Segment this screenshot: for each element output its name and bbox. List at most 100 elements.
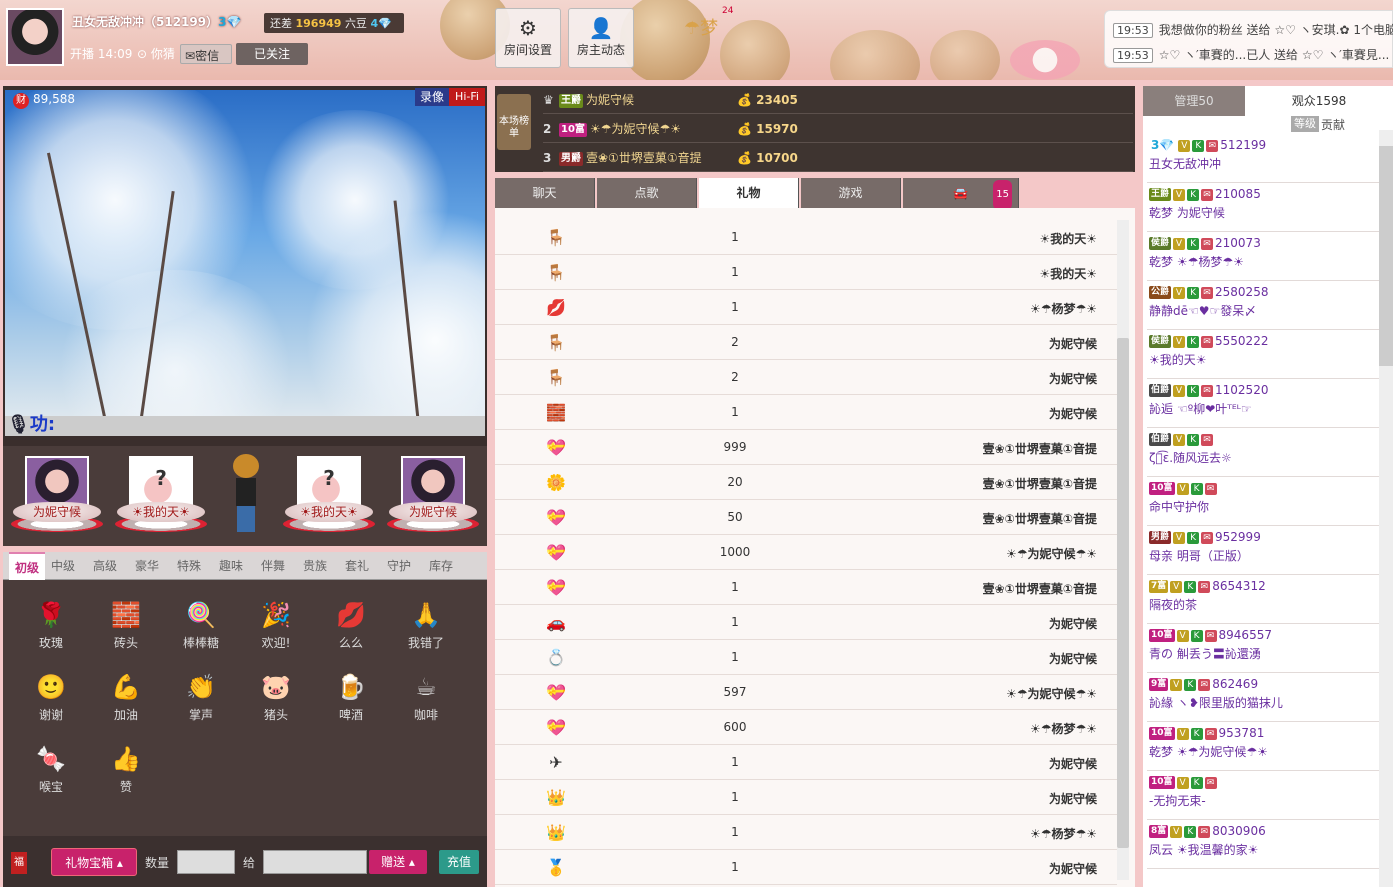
- gift-item[interactable]: 🎉 欢迎!: [248, 600, 304, 651]
- gift-log-sender[interactable]: ☀☂为妮守候☂☀: [1006, 685, 1097, 702]
- audience-row[interactable]: 伯爵 V K ✉ 1102520 訫逅 ☜º柳❤叶ᵀᴱᴸ☞: [1147, 379, 1379, 428]
- gift-tab[interactable]: 守护: [387, 552, 411, 580]
- gift-log-sender[interactable]: 为妮守候: [1049, 755, 1097, 772]
- gift-log-sender[interactable]: 为妮守候: [1049, 335, 1097, 352]
- audience-row[interactable]: 10富 V K ✉ 953781 乾梦 ☀☂为妮守候☂☀: [1147, 722, 1379, 771]
- gift-log-sender[interactable]: ☀☂杨梦☂☀: [1030, 300, 1097, 317]
- ranking-row[interactable]: ♛ 王爵 为妮守候 💰 23405: [543, 86, 1133, 114]
- audience-scroll-thumb[interactable]: [1379, 146, 1393, 366]
- host-name[interactable]: 丑女无敌冲冲（512199）3💎: [72, 13, 241, 30]
- tab-cars[interactable]: 🚘 15: [903, 178, 1019, 210]
- gift-tab[interactable]: 高级: [93, 552, 117, 580]
- sort-by-level[interactable]: 等级: [1291, 116, 1319, 132]
- follow-button[interactable]: 已关注: [236, 43, 308, 65]
- audience-row[interactable]: 侯爵 V K ✉ 210073 乾梦 ☀☂杨梦☂☀: [1147, 232, 1379, 281]
- gift-log-sender[interactable]: 为妮守候: [1049, 370, 1097, 387]
- guest-seat[interactable]: 为妮守候: [387, 456, 479, 538]
- bear-decoration: [930, 30, 1000, 80]
- host-feed-button[interactable]: 👤 房主动态: [568, 8, 634, 68]
- guest-seat[interactable]: ? ☀我的天☀: [283, 456, 375, 538]
- gift-item[interactable]: 🧱 砖头: [98, 600, 154, 651]
- tab-gifts[interactable]: 礼物: [699, 178, 799, 208]
- red-envelope-icon[interactable]: 福: [11, 852, 27, 874]
- guest-seat[interactable]: 为妮守候: [11, 456, 103, 538]
- guest-seat[interactable]: ? ☀我的天☀: [115, 456, 207, 538]
- gift-log-row: 💝 999 壹❀①丗堺壹菓①音提: [495, 430, 1117, 465]
- recipient-input[interactable]: [263, 850, 367, 874]
- gift-log-sender[interactable]: ☀我的天☀: [1039, 230, 1097, 247]
- host-avatar[interactable]: [6, 8, 64, 66]
- audience-row[interactable]: 王爵 V K ✉ 210085 乾梦 为妮守候: [1147, 183, 1379, 232]
- gift-tab[interactable]: 特殊: [177, 552, 201, 580]
- tab-song[interactable]: 点歌: [597, 178, 697, 208]
- gift-log-sender[interactable]: ☀☂为妮守候☂☀: [1006, 545, 1097, 562]
- recharge-button[interactable]: 充值: [439, 850, 479, 874]
- gift-tab[interactable]: 豪华: [135, 552, 159, 580]
- gift-tab[interactable]: 贵族: [303, 552, 327, 580]
- gift-log-icon: 💝: [546, 578, 566, 597]
- gift-log-sender[interactable]: ☀☂杨梦☂☀: [1030, 720, 1097, 737]
- vip-badge-icon: V: [1176, 727, 1189, 740]
- gift-log-sender[interactable]: 为妮守候: [1049, 860, 1097, 877]
- gift-tab[interactable]: 中级: [51, 552, 75, 580]
- gift-log-sender[interactable]: 为妮守候: [1049, 615, 1097, 632]
- tab-admins[interactable]: 管理50: [1143, 86, 1245, 116]
- gift-item[interactable]: 👍 赞: [98, 744, 154, 795]
- video-stream[interactable]: [5, 90, 485, 416]
- gift-log-sender[interactable]: 为妮守候: [1049, 790, 1097, 807]
- audience-row[interactable]: 公爵 V K ✉ 2580258 静静dē☜♥☞發呆〆: [1147, 281, 1379, 330]
- gift-log-sender[interactable]: 壹❀①丗堺壹菓①音提: [983, 440, 1097, 457]
- ranking-row[interactable]: 3 男爵 壹❀①丗堺壹菓①音提 💰 10700: [543, 144, 1133, 172]
- audience-row[interactable]: 8富 V K ✉ 8030906 凤云 ☀我温馨的家☀: [1147, 820, 1379, 869]
- gift-item[interactable]: 🌹 玫瑰: [23, 600, 79, 651]
- send-gift-button[interactable]: 赠送 ▴: [369, 850, 427, 874]
- gift-log-scroll-thumb[interactable]: [1117, 338, 1129, 848]
- gift-log-sender[interactable]: 壹❀①丗堺壹菓①音提: [983, 510, 1097, 527]
- tab-games[interactable]: 游戏: [801, 178, 901, 208]
- gift-item[interactable]: 👏 掌声: [173, 672, 229, 723]
- tab-chat[interactable]: 聊天: [495, 178, 595, 208]
- gift-log-sender[interactable]: 壹❀①丗堺壹菓①音提: [983, 475, 1097, 492]
- room-settings-button[interactable]: ⚙ 房间设置: [495, 8, 561, 68]
- gift-item[interactable]: 💪 加油: [98, 672, 154, 723]
- audience-row[interactable]: 3💎 V K ✉ 512199 丑女无敌冲冲: [1147, 134, 1379, 183]
- record-button[interactable]: 录像: [415, 88, 449, 106]
- gift-tab[interactable]: 库存: [429, 552, 453, 580]
- private-message-button[interactable]: ✉密信: [180, 44, 232, 64]
- gift-item[interactable]: 🙏 我错了: [398, 600, 454, 651]
- gift-item[interactable]: 🍬 喉宝: [23, 744, 79, 795]
- gift-log-sender[interactable]: 为妮守候: [1049, 650, 1097, 667]
- gift-tab[interactable]: 趣味: [219, 552, 243, 580]
- gift-log-sender[interactable]: 为妮守候: [1049, 405, 1097, 422]
- gift-log-icon: 👑: [546, 788, 566, 807]
- gift-log-sender[interactable]: 壹❀①丗堺壹菓①音提: [983, 580, 1097, 597]
- gift-tab[interactable]: 套礼: [345, 552, 369, 580]
- sort-by-contribution[interactable]: 贡献: [1321, 116, 1345, 133]
- gift-item[interactable]: 🙂 谢谢: [23, 672, 79, 723]
- gift-log-sender[interactable]: ☀☂杨梦☂☀: [1030, 825, 1097, 842]
- gift-item[interactable]: ☕ 咖啡: [398, 672, 454, 723]
- quantity-input[interactable]: [177, 850, 235, 874]
- gift-log-sender[interactable]: ☀我的天☀: [1039, 265, 1097, 282]
- gift-item[interactable]: 🍭 棒棒糖: [173, 600, 229, 651]
- gift-tab[interactable]: 初级: [9, 552, 46, 580]
- audience-row[interactable]: 10富 V K ✉ -无拘无束-: [1147, 771, 1379, 820]
- hifi-button[interactable]: Hi-Fi: [449, 88, 485, 106]
- gift-box-button[interactable]: 礼物宝箱 ▴: [51, 848, 137, 876]
- message-badge-icon: ✉: [1201, 188, 1214, 201]
- audience-row[interactable]: 伯爵 V K ✉ ζั͡ε.随风远去☼: [1147, 428, 1379, 477]
- audience-row[interactable]: 侯爵 V K ✉ 5550222 ☀我的天☀: [1147, 330, 1379, 379]
- audience-row[interactable]: 9富 V K ✉ 862469 訫緣 ヽ❥限里版的猫抹儿: [1147, 673, 1379, 722]
- mic-status[interactable]: 🎙功:: [7, 410, 55, 436]
- audience-row[interactable]: 10富 V K ✉ 命中守护你: [1147, 477, 1379, 526]
- ranking-row[interactable]: 2 10富 ☀☂为妮守候☂☀ 💰 15970: [543, 115, 1133, 143]
- audience-row[interactable]: 男爵 V K ✉ 952999 母亲 明哥（正版）: [1147, 526, 1379, 575]
- audience-row[interactable]: 10富 V K ✉ 8946557 青の 觓丢う〓訫還湧: [1147, 624, 1379, 673]
- audience-row[interactable]: 7富 V K ✉ 8654312 隔夜的茶: [1147, 575, 1379, 624]
- caret-up-icon: ▴: [408, 855, 415, 869]
- gift-item[interactable]: 🐷 猪头: [248, 672, 304, 723]
- gift-item[interactable]: 💋 么么: [323, 600, 379, 651]
- gift-tab[interactable]: 伴舞: [261, 552, 285, 580]
- gift-item[interactable]: 🍺 啤酒: [323, 672, 379, 723]
- tab-viewers[interactable]: 观众1598: [1245, 86, 1393, 116]
